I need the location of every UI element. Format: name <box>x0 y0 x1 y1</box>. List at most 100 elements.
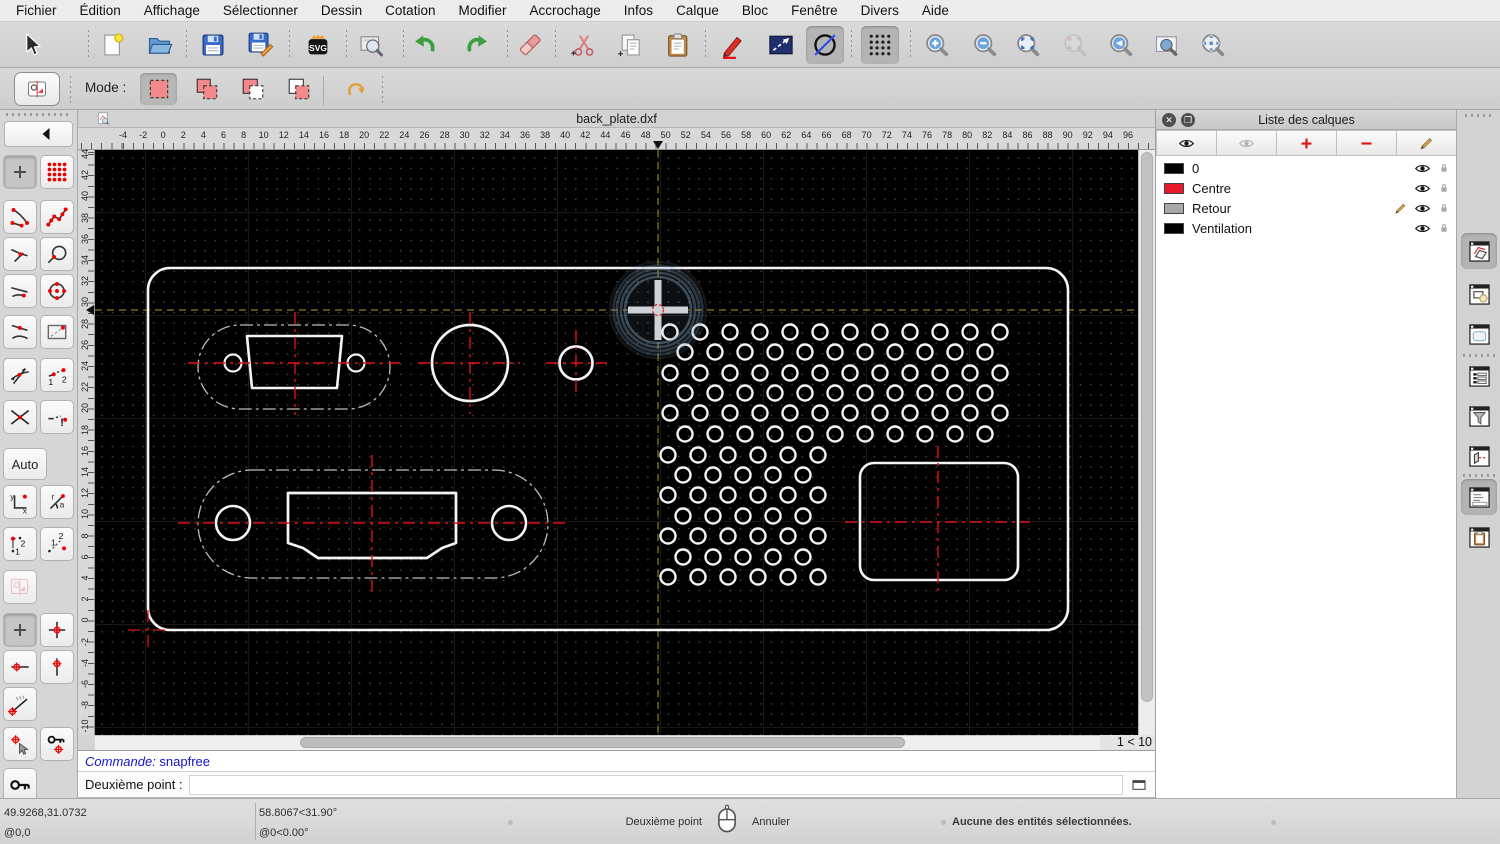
paste-button[interactable] <box>659 26 697 64</box>
circle-attributes-button[interactable] <box>806 26 844 64</box>
snap-intersection-manual-2-button[interactable]: ! <box>40 400 74 434</box>
dock-clipboard-button[interactable] <box>1461 519 1497 555</box>
restrict-angle-button[interactable] <box>3 687 37 721</box>
snap-tangent-button[interactable] <box>3 237 37 271</box>
horizontal-scrollbar[interactable] <box>95 735 1105 750</box>
drawing-canvas[interactable] <box>95 150 1138 735</box>
hide-all-layers-button[interactable] <box>1217 130 1277 156</box>
mode-add-selection-button[interactable] <box>188 73 225 105</box>
snap-intersection-auto-button[interactable] <box>3 358 37 392</box>
menu-calque[interactable]: Calque <box>676 3 719 18</box>
undo-button[interactable] <box>406 26 444 64</box>
snap-center-button[interactable] <box>40 274 74 308</box>
mode-intersect-selection-button[interactable] <box>280 73 317 105</box>
menu-modifier[interactable]: Modifier <box>458 3 506 18</box>
snap-grid-button[interactable] <box>40 155 74 189</box>
zoom-in-button[interactable] <box>918 26 956 64</box>
new-drawing-button[interactable] <box>94 26 132 64</box>
line-attributes-button[interactable] <box>762 26 800 64</box>
command-widget-toggle-button[interactable] <box>1129 776 1149 794</box>
layer-visibility-eye-icon[interactable] <box>1414 180 1431 197</box>
coord-polar-button[interactable]: ra <box>40 485 74 519</box>
coord-cartesian-button[interactable]: yx <box>3 485 37 519</box>
add-layer-button[interactable] <box>1277 130 1337 156</box>
palette-drag-handle[interactable] <box>6 113 70 116</box>
relative-zero-key-button[interactable] <box>3 768 37 802</box>
snap-endpoint-button[interactable] <box>3 200 37 234</box>
dock-section-view-button[interactable] <box>1461 438 1497 474</box>
menu-affichage[interactable]: Affichage <box>144 3 200 18</box>
menu-bloc[interactable]: Bloc <box>742 3 768 18</box>
cut-button[interactable] <box>565 26 603 64</box>
dock-command-line-button[interactable] <box>1461 479 1497 515</box>
menu-fenetre[interactable]: Fenêtre <box>791 3 838 18</box>
zoom-selection-button[interactable] <box>1056 26 1094 64</box>
layer-color-swatch[interactable] <box>1164 182 1184 194</box>
mode-new-selection-button[interactable] <box>140 73 177 105</box>
menu-dessin[interactable]: Dessin <box>321 3 362 18</box>
layer-color-swatch[interactable] <box>1164 162 1184 174</box>
dock-library-browser-button[interactable] <box>1461 316 1497 352</box>
menu-accrochage[interactable]: Accrochage <box>529 3 600 18</box>
save-as-button[interactable] <box>242 26 280 64</box>
snap-distance-button[interactable] <box>40 315 74 349</box>
restrict-free-button[interactable] <box>3 613 37 647</box>
open-drawing-button[interactable] <box>141 26 179 64</box>
relative-polar-button[interactable]: 12 <box>40 527 74 561</box>
layer-color-swatch[interactable] <box>1164 202 1184 214</box>
snap-intersection-manual-button[interactable]: 12 <box>40 358 74 392</box>
snap-free-button[interactable] <box>3 155 37 189</box>
horizontal-scrollbar-thumb[interactable] <box>300 737 905 748</box>
layer-row-retour[interactable]: Retour <box>1156 198 1457 218</box>
menu-divers[interactable]: Divers <box>861 3 899 18</box>
pen-attributes-button[interactable] <box>714 26 752 64</box>
dock-selection-filter-button[interactable] <box>1461 398 1497 434</box>
redo-button[interactable] <box>458 26 496 64</box>
dock-layer-list-button[interactable] <box>1461 233 1497 269</box>
zoom-previous-button[interactable] <box>1102 26 1140 64</box>
layer-lock-icon[interactable] <box>1437 201 1451 215</box>
dock-entity-list-button[interactable] <box>1461 358 1497 394</box>
layer-row-centre[interactable]: Centre <box>1156 178 1457 198</box>
layer-visibility-eye-icon[interactable] <box>1414 220 1431 237</box>
snap-auto-button[interactable]: Auto <box>3 448 47 480</box>
menu-cotation[interactable]: Cotation <box>385 3 435 18</box>
drawing-tab-title[interactable]: back_plate.dxf <box>78 112 1155 126</box>
remove-layer-button[interactable] <box>1337 130 1397 156</box>
draw-order-button[interactable] <box>14 72 60 106</box>
zoom-window-button[interactable] <box>1148 26 1186 64</box>
set-relative-zero-button[interactable] <box>3 727 37 761</box>
print-preview-button[interactable] <box>352 26 390 64</box>
command-input[interactable] <box>188 774 1123 795</box>
snap-middle-button[interactable] <box>3 315 37 349</box>
selection-order-button[interactable] <box>3 570 37 604</box>
layer-row-0[interactable]: 0 <box>1156 158 1457 178</box>
palette-back-button[interactable] <box>4 121 73 147</box>
layer-visibility-eye-icon[interactable] <box>1414 160 1431 177</box>
menu-aide[interactable]: Aide <box>922 3 949 18</box>
menu-edition[interactable]: Édition <box>80 3 121 18</box>
menu-fichier[interactable]: Fichier <box>16 3 57 18</box>
delete-selected-button[interactable] <box>511 26 549 64</box>
layer-lock-icon[interactable] <box>1437 221 1451 235</box>
layer-row-ventilation[interactable]: Ventilation <box>1156 218 1457 238</box>
export-svg-button[interactable]: SVG <box>299 26 337 64</box>
pointer-button[interactable] <box>13 26 51 64</box>
vertical-scrollbar-thumb[interactable] <box>1141 152 1153 702</box>
lock-relative-zero-button[interactable] <box>40 727 74 761</box>
snap-intersection-button[interactable] <box>3 400 37 434</box>
menu-selectionner[interactable]: Sélectionner <box>223 3 298 18</box>
show-all-layers-button[interactable] <box>1156 130 1217 156</box>
mode-subtract-selection-button[interactable] <box>234 73 271 105</box>
layer-color-swatch[interactable] <box>1164 222 1184 234</box>
zoom-auto-button[interactable] <box>1009 26 1047 64</box>
dock-block-list-button[interactable] <box>1461 276 1497 312</box>
snap-circle-button[interactable] <box>40 237 74 271</box>
revert-selection-button[interactable] <box>336 73 373 105</box>
save-button[interactable] <box>194 26 232 64</box>
restrict-orthogonal-button[interactable] <box>40 613 74 647</box>
menu-infos[interactable]: Infos <box>624 3 653 18</box>
layer-lock-icon[interactable] <box>1437 161 1451 175</box>
edit-layer-button[interactable] <box>1397 130 1457 156</box>
layer-lock-icon[interactable] <box>1437 181 1451 195</box>
